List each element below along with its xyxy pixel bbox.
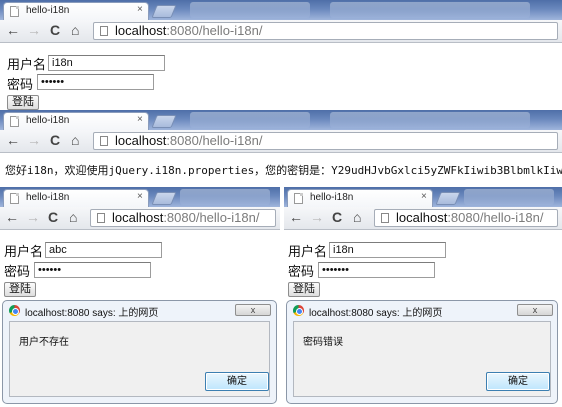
ok-button[interactable]: 确定 [205, 372, 269, 391]
address-bar[interactable]: localhost:8080/hello-i18n/ [90, 209, 276, 227]
url-path: :8080/hello-i18n/ [166, 133, 263, 148]
password-label: 密码 [288, 264, 315, 279]
forward-arrow-icon[interactable]: → [27, 132, 41, 149]
reload-icon[interactable]: C [50, 22, 60, 39]
password-input[interactable]: ••••••• [318, 262, 435, 278]
dialog-message: 密码错误 [303, 337, 343, 348]
back-arrow-icon[interactable]: ← [289, 209, 303, 226]
page-icon [100, 26, 108, 36]
alert-dialog: localhost:8080 says: 上的网页 x 密码错误 确定 [286, 300, 558, 404]
home-icon[interactable]: ⌂ [353, 209, 361, 226]
url-path: :8080/hello-i18n/ [447, 210, 544, 225]
browser-toolbar: ← → C ⌂ localhost:8080/hello-i18n/ [0, 130, 562, 153]
username-input[interactable]: abc [45, 242, 162, 258]
tab-close-icon[interactable]: × [137, 191, 143, 202]
browser-window-password-error: hello-i18n × ← → C ⌂ localhost:8080/hell… [284, 187, 562, 407]
back-arrow-icon[interactable]: ← [5, 209, 19, 226]
dialog-title-bar: localhost:8080 says: 上的网页 x [3, 301, 276, 321]
forward-arrow-icon[interactable]: → [310, 209, 324, 226]
tab-title: hello-i18n [310, 192, 354, 203]
dialog-body: 密码错误 确定 [293, 321, 551, 397]
url-path: :8080/hello-i18n/ [166, 23, 263, 38]
welcome-message: 您好i18n，欢迎使用jQuery.i18n.properties，您的密钥是：… [5, 164, 562, 177]
page-icon [97, 213, 105, 223]
new-tab-button[interactable] [151, 5, 177, 18]
tab-strip: hello-i18n × [284, 187, 562, 207]
username-label: 用户名 [7, 57, 47, 72]
back-arrow-icon[interactable]: ← [6, 132, 20, 149]
new-tab-button[interactable] [435, 192, 461, 205]
login-button[interactable]: 登陆 [288, 282, 320, 297]
alert-dialog: localhost:8080 says: 上的网页 x 用户不存在 确定 [2, 300, 277, 404]
password-input[interactable]: •••••• [34, 262, 151, 278]
dialog-body: 用户不存在 确定 [9, 321, 270, 397]
browser-toolbar: ← → C ⌂ localhost:8080/hello-i18n/ [0, 207, 280, 230]
browser-tab[interactable]: hello-i18n × [3, 189, 149, 207]
ok-button[interactable]: 确定 [486, 372, 550, 391]
home-icon[interactable]: ⌂ [71, 22, 79, 39]
page-icon [381, 213, 389, 223]
page-favicon-icon [294, 193, 303, 204]
tab-strip: hello-i18n × [0, 110, 562, 130]
password-label: 密码 [7, 77, 34, 92]
login-button[interactable]: 登陆 [7, 95, 39, 110]
home-icon[interactable]: ⌂ [69, 209, 77, 226]
reload-icon[interactable]: C [48, 209, 58, 226]
chrome-icon [293, 305, 304, 316]
password-input[interactable]: •••••• [37, 74, 154, 90]
dialog-title-bar: localhost:8080 says: 上的网页 x [287, 301, 557, 321]
tab-close-icon[interactable]: × [137, 4, 143, 15]
back-arrow-icon[interactable]: ← [6, 22, 20, 39]
page-favicon-icon [10, 193, 19, 204]
chrome-icon [9, 305, 20, 316]
url-host: localhost [396, 210, 448, 225]
dialog-close-icon[interactable]: x [517, 304, 553, 316]
login-button[interactable]: 登陆 [4, 282, 36, 297]
browser-tab[interactable]: hello-i18n × [3, 112, 149, 130]
browser-tab[interactable]: hello-i18n × [3, 2, 149, 20]
tab-close-icon[interactable]: × [421, 191, 427, 202]
tab-close-icon[interactable]: × [137, 114, 143, 125]
dialog-close-icon[interactable]: x [235, 304, 271, 316]
dialog-message: 用户不存在 [19, 337, 69, 348]
url-host: localhost [115, 133, 167, 148]
browser-window-user-error: hello-i18n × ← → C ⌂ localhost:8080/hell… [0, 187, 280, 407]
dialog-title: localhost:8080 says: 上的网页 [25, 308, 159, 319]
home-icon[interactable]: ⌂ [71, 132, 79, 149]
url-host: localhost [112, 210, 164, 225]
tab-title: hello-i18n [26, 115, 70, 126]
username-label: 用户名 [4, 244, 44, 259]
tab-title: hello-i18n [26, 5, 70, 16]
tab-strip: hello-i18n × [0, 187, 280, 207]
browser-toolbar: ← → C ⌂ localhost:8080/hello-i18n/ [0, 20, 562, 43]
page-favicon-icon [10, 116, 19, 127]
new-tab-button[interactable] [151, 192, 177, 205]
address-bar[interactable]: localhost:8080/hello-i18n/ [374, 209, 558, 227]
browser-toolbar: ← → C ⌂ localhost:8080/hello-i18n/ [284, 207, 562, 230]
browser-tab[interactable]: hello-i18n × [287, 189, 433, 207]
new-tab-button[interactable] [151, 115, 177, 128]
url-path: :8080/hello-i18n/ [163, 210, 260, 225]
url-host: localhost [115, 23, 167, 38]
password-label: 密码 [4, 264, 31, 279]
browser-window-login: hello-i18n × ← → C ⌂ localhost:8080/hell… [0, 0, 562, 110]
tab-title: hello-i18n [26, 192, 70, 203]
username-label: 用户名 [288, 244, 328, 259]
address-bar[interactable]: localhost:8080/hello-i18n/ [93, 132, 558, 150]
address-bar[interactable]: localhost:8080/hello-i18n/ [93, 22, 558, 40]
reload-icon[interactable]: C [332, 209, 342, 226]
username-input[interactable]: i18n [48, 55, 165, 71]
dialog-title: localhost:8080 says: 上的网页 [309, 308, 443, 319]
tab-strip: hello-i18n × [0, 0, 562, 20]
forward-arrow-icon[interactable]: → [27, 22, 41, 39]
reload-icon[interactable]: C [50, 132, 60, 149]
username-input[interactable]: i18n [329, 242, 446, 258]
forward-arrow-icon[interactable]: → [26, 209, 40, 226]
page-icon [100, 136, 108, 146]
page-favicon-icon [10, 6, 19, 17]
